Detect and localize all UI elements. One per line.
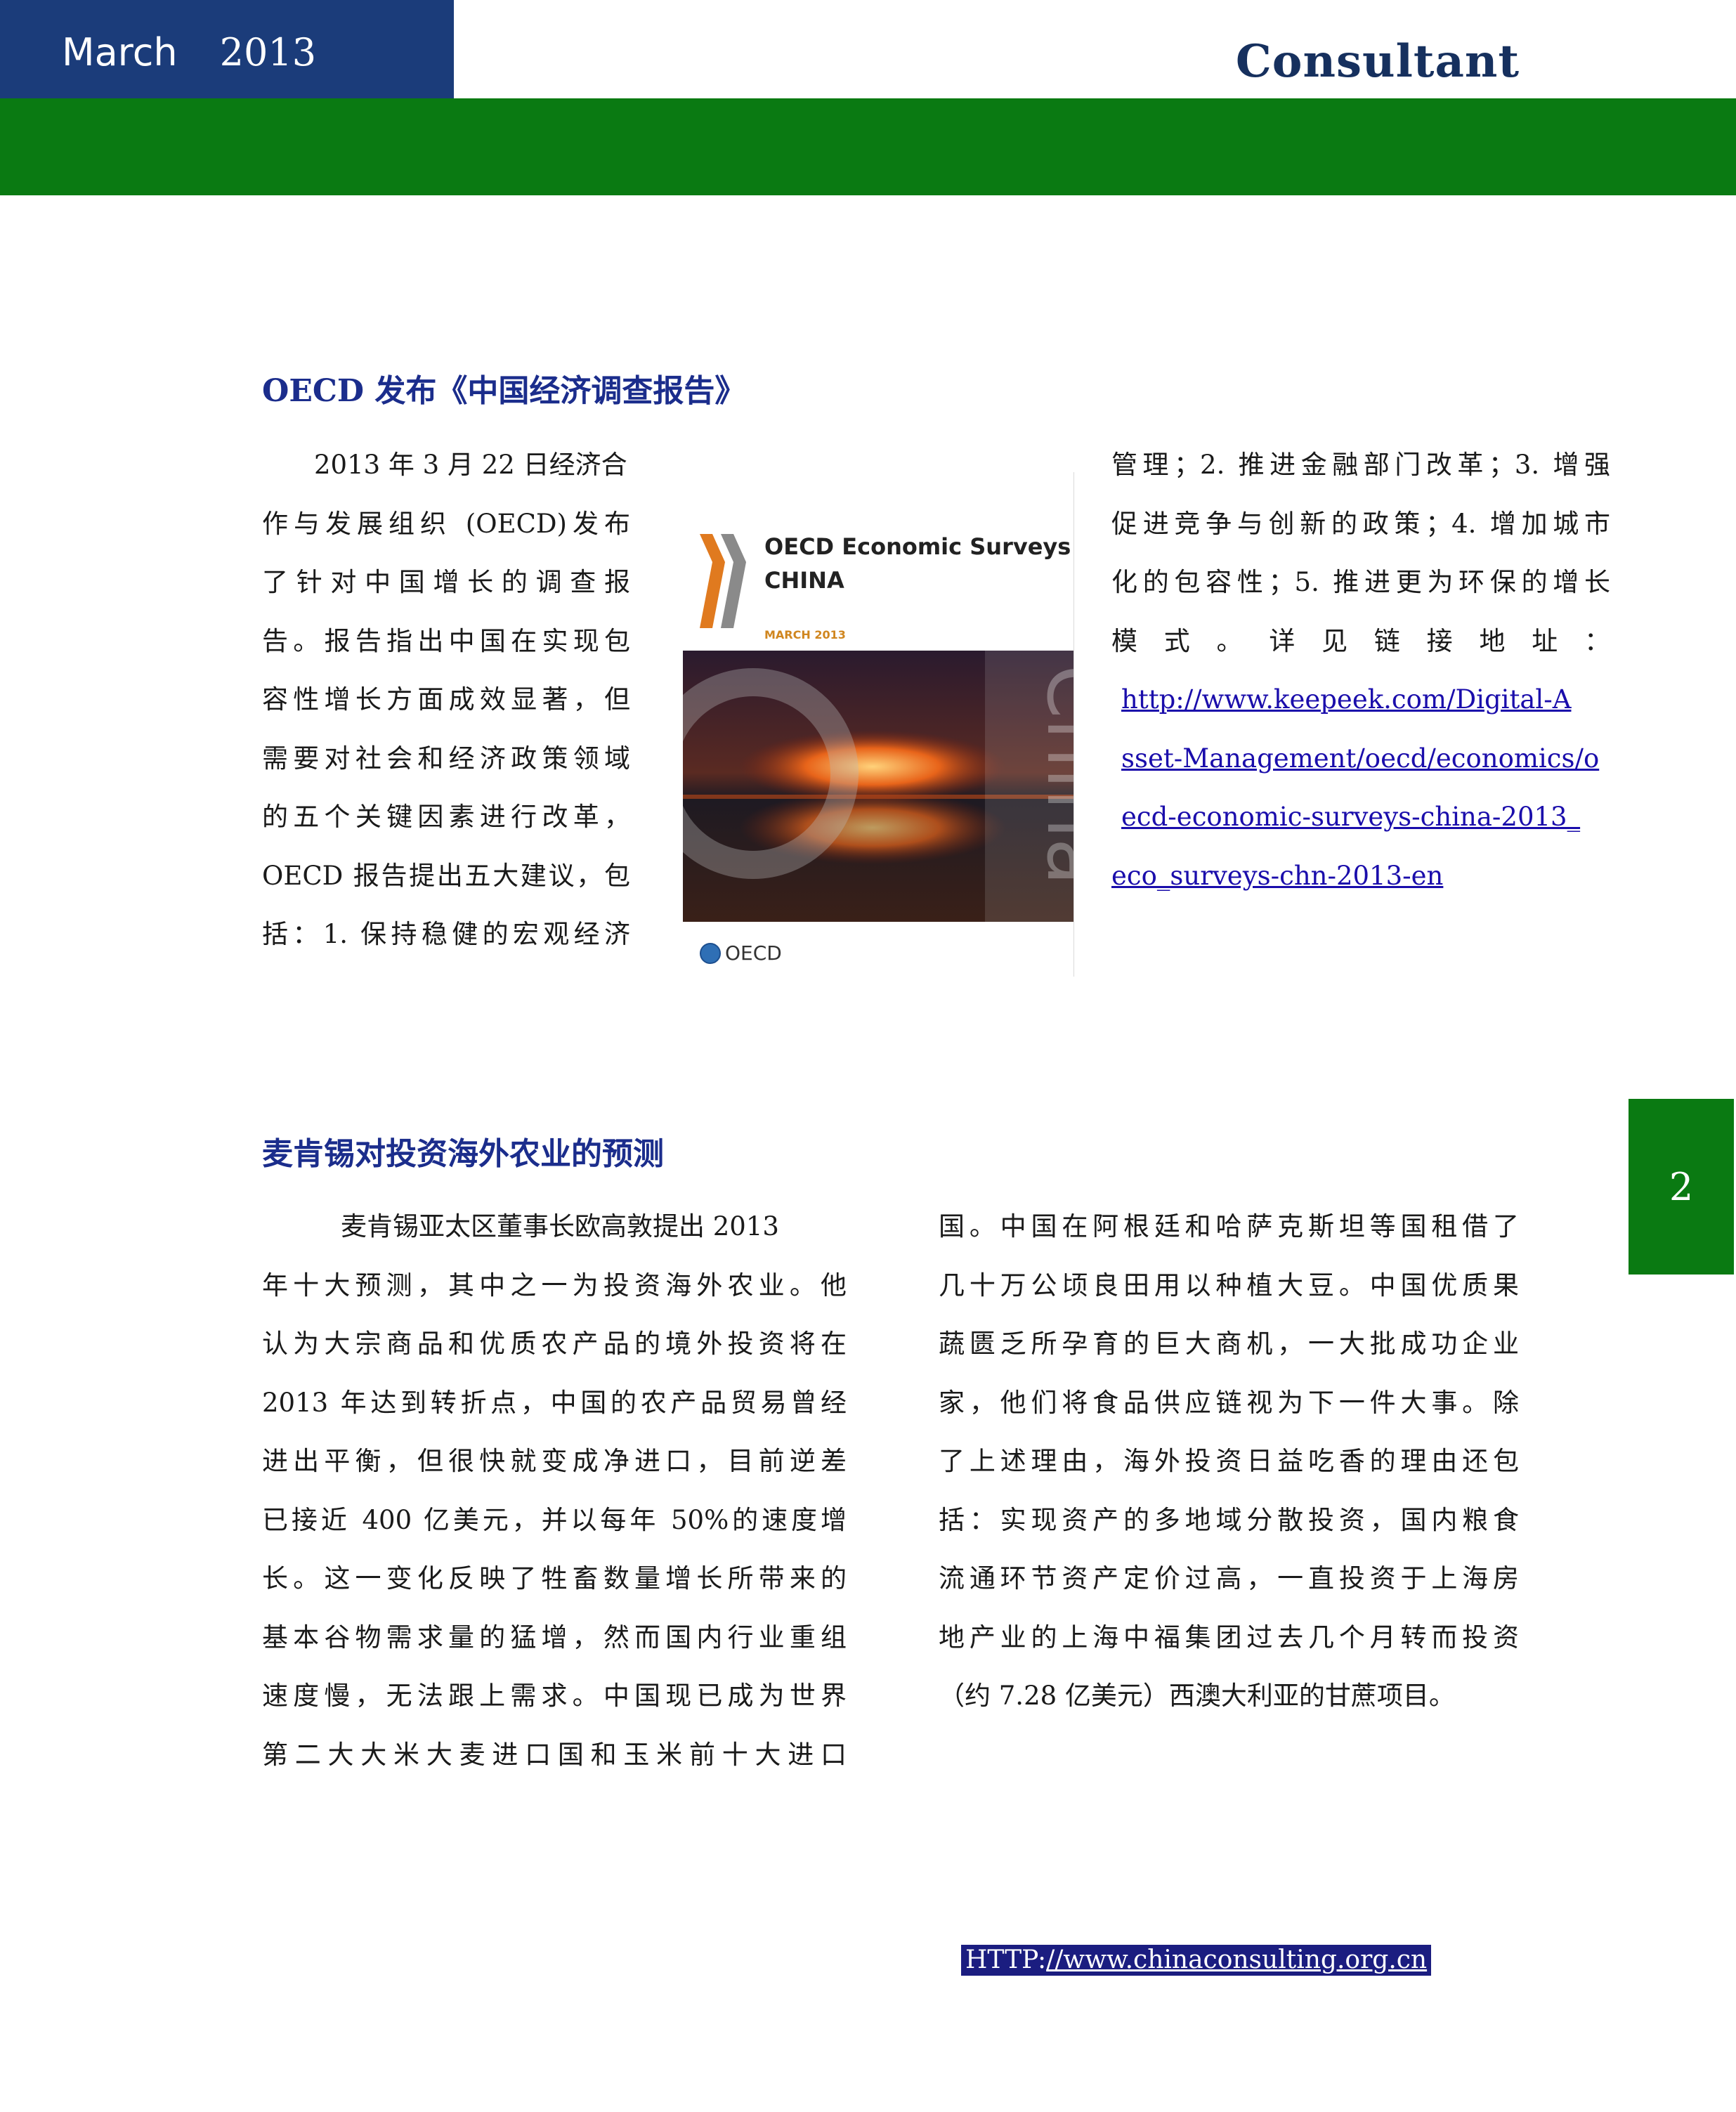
article1-left-line: 告。报告指出中国在实现包	[262, 625, 630, 656]
article2-left-column: 麦肯锡亚太区董事长欧高敦提出 2013 年十大预测，其中之一为投资海外农业。他 …	[262, 1197, 847, 1784]
cover-title-line2: CHINA	[764, 567, 844, 594]
article1-left-line: 2013 年 3 月 22 日经济合	[314, 450, 627, 480]
cover-date: MARCH 2013	[764, 628, 846, 641]
cover-title: OECD Economic Surveys CHINA	[764, 530, 1071, 597]
header-month: March	[62, 30, 178, 74]
cover-title-line1: OECD Economic Surveys	[764, 533, 1071, 560]
article1-title: OECD 发布《中国经济调查报告》	[262, 373, 746, 409]
page-number: 2	[1629, 1099, 1734, 1275]
oecd-chevron-icon	[700, 534, 746, 628]
oecd-report-link[interactable]: http://www.keepeek.com/Digital-A	[1111, 670, 1610, 729]
footer-url[interactable]: //www.chinaconsulting.org.cn	[1046, 1945, 1427, 1974]
article2-left-line: 速度慢，无法跟上需求。中国现已成为世界	[262, 1681, 847, 1711]
article2-left-line: 进出平衡，但很快就变成净进口，目前逆差	[262, 1446, 847, 1476]
cover-logo-text: OECD	[725, 941, 782, 965]
article2-left-line: 2013 年达到转折点，中国的农产品贸易曾经	[262, 1387, 847, 1418]
article1-right-line: 管理；2. 推进金融部门改革；3. 增强	[1111, 450, 1610, 480]
article2-left-line: 年十大预测，其中之一为投资海外农业。他	[262, 1270, 847, 1301]
article2-right-line: （约 7.28 亿美元）西澳大利亚的甘蔗项目。	[939, 1681, 1455, 1711]
article2-right-line: 流通环节资产定价过高，一直投资于上海房	[939, 1563, 1519, 1593]
article1-right-line: 化的包容性；5. 推进更为环保的增长	[1111, 567, 1610, 597]
article2-right-line: 几十万公顷良田用以种植大豆。中国优质果	[939, 1270, 1519, 1301]
article2-left-line: 第二大大米大麦进口国和玉米前十大进口	[262, 1739, 847, 1770]
article1-left-column: 2013 年 3 月 22 日经济合 作与发展组织 (OECD)发布 了针对中国…	[262, 436, 630, 964]
footer-url-prefix: HTTP:	[965, 1945, 1047, 1974]
article2-right-line: 括：实现资产的多地域分散投资，国内粮食	[939, 1504, 1519, 1535]
article1-left-line: 容性增长方面成效显著，但	[262, 684, 630, 715]
article1-right-line: 促进竞争与创新的政策；4. 增加城市	[1111, 508, 1610, 539]
article1-left-line: 需要对社会和经济政策领域	[262, 743, 630, 774]
oecd-report-cover: OECD Economic Surveys CHINA MARCH 2013 C…	[683, 472, 1074, 977]
article1-left-line: 了针对中国增长的调查报	[262, 567, 630, 597]
article1-right-column: 管理；2. 推进金融部门改革；3. 增强 促进竞争与创新的政策；4. 增加城市 …	[1111, 436, 1610, 905]
article2-left-line: 麦肯锡亚太区董事长欧高敦提出 2013	[341, 1211, 779, 1241]
article2-title: 麦肯锡对投资海外农业的预测	[262, 1136, 664, 1172]
header-date-block: March 2013	[0, 0, 454, 98]
article1-right-line: 模 式 。 详 见 链 接 地 址 ：	[1111, 625, 1610, 656]
header-green-bar	[0, 98, 1736, 195]
cover-oecd-logo: OECD	[700, 941, 782, 965]
article2-right-line: 地产业的上海中福集团过去几个月转而投资	[939, 1622, 1519, 1653]
article2-right-line: 蔬匮乏所孕育的巨大商机，一大批成功企业	[939, 1329, 1519, 1359]
header-year: 2013	[219, 30, 317, 74]
article1-left-line: 的五个关键因素进行改革，	[262, 802, 630, 832]
article1-left-line: OECD 报告提出五大建议，包	[262, 860, 630, 891]
oecd-report-link[interactable]: eco_surveys-chn-2013-en	[1111, 847, 1610, 906]
article1-left-line: 作与发展组织 (OECD)发布	[262, 508, 630, 539]
article2-left-line: 已接近 400 亿美元，并以每年 50%的速度增	[262, 1504, 847, 1535]
article2-left-line: 长。这一变化反映了牲畜数量增长所带来的	[262, 1563, 847, 1593]
cover-spine-text: China	[1030, 665, 1073, 885]
oecd-report-link[interactable]: ecd-economic-surveys-china-2013_	[1111, 788, 1610, 847]
article1-left-line: 括：1. 保持稳健的宏观经济	[262, 919, 630, 949]
footer-website-link[interactable]: HTTP://www.chinaconsulting.org.cn	[961, 1945, 1432, 1976]
header-brand: Consultant	[1235, 35, 1520, 88]
article2-right-line: 了上述理由，海外投资日益吃香的理由还包	[939, 1446, 1519, 1476]
birds-nest-stadium-photo: China	[683, 651, 1073, 922]
oecd-report-link[interactable]: sset-Management/oecd/economics/o	[1111, 729, 1610, 788]
article2-right-column: 国。中国在阿根廷和哈萨克斯坦等国租借了 几十万公顷良田用以种植大豆。中国优质果 …	[939, 1197, 1519, 1726]
globe-icon	[700, 942, 721, 964]
article2-right-line: 国。中国在阿根廷和哈萨克斯坦等国租借了	[939, 1211, 1519, 1241]
article2-right-line: 家，他们将食品供应链视为下一件大事。除	[939, 1387, 1519, 1418]
article2-left-line: 基本谷物需求量的猛增，然而国内行业重组	[262, 1622, 847, 1653]
article2-left-line: 认为大宗商品和优质农产品的境外投资将在	[262, 1329, 847, 1359]
